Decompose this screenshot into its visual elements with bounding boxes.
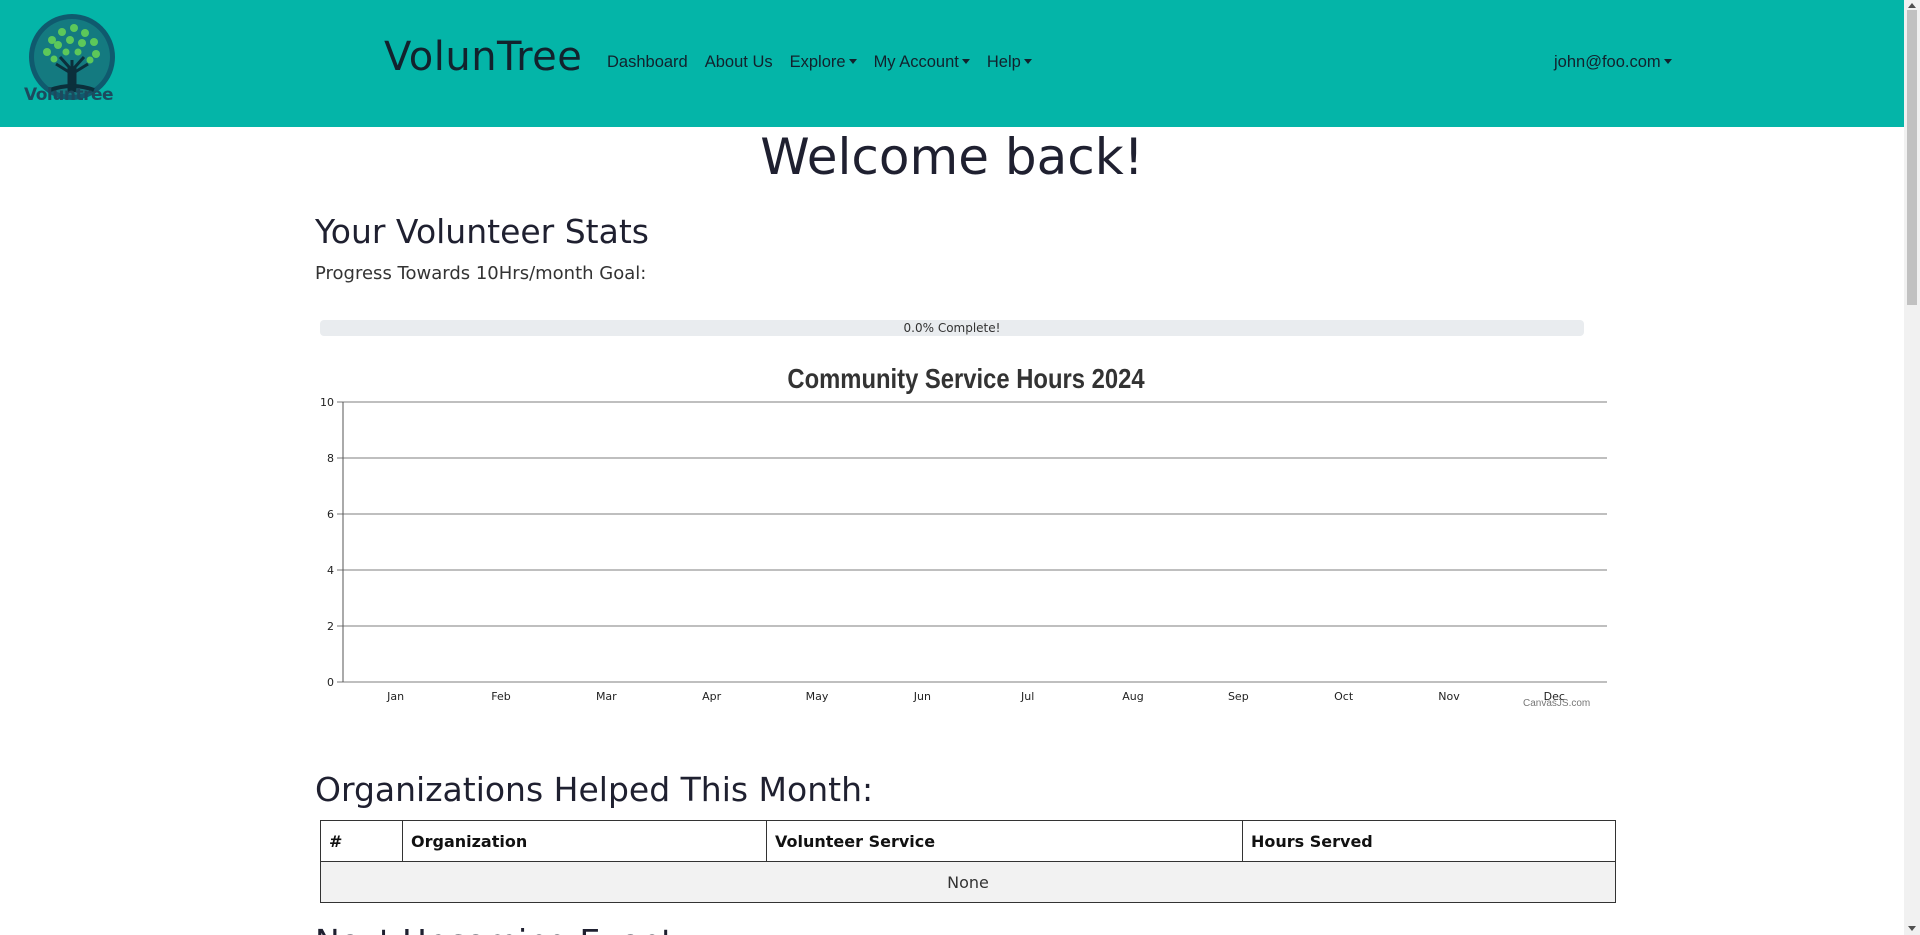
table-row: None — [320, 861, 1616, 903]
caret-down-icon — [1663, 59, 1672, 64]
nav-about-us[interactable]: About Us — [705, 53, 773, 72]
orgs-table: # Organization Volunteer Service Hours S… — [320, 820, 1616, 903]
x-tick-label: Nov — [1438, 690, 1460, 703]
caret-down-icon — [848, 59, 857, 64]
x-tick-label: Aug — [1122, 690, 1143, 703]
nav-explore-dropdown[interactable]: Explore — [790, 53, 857, 72]
col-volunteer-service: Volunteer Service — [766, 820, 1243, 862]
y-tick-label: 4 — [327, 564, 334, 577]
nav-explore-label: Explore — [789, 53, 846, 71]
nav-help-label: Help — [986, 53, 1021, 71]
y-tick-label: 8 — [327, 452, 334, 465]
vertical-scrollbar[interactable] — [1904, 0, 1920, 935]
scroll-up-icon[interactable] — [1908, 3, 1916, 8]
next-event-heading: Next Upcoming Event — [315, 922, 674, 935]
nav-dashboard-label: Dashboard — [607, 53, 688, 71]
scroll-down-icon[interactable] — [1908, 926, 1916, 931]
nav-dashboard[interactable]: Dashboard — [607, 53, 688, 72]
orgs-heading: Organizations Helped This Month: — [315, 770, 874, 809]
hours-chart: 0 2 4 6 8 10 Jan Feb Mar Apr May Jun Jul Aug Sep Oct Nov… — [320, 396, 1607, 703]
welcome-heading: Welcome back! — [760, 128, 1144, 186]
brand-title[interactable]: VolunTree — [384, 34, 582, 80]
x-tick-label: Jan — [386, 690, 404, 703]
nav-links: Dashboard About Us Explore My Account He… — [607, 53, 1032, 72]
progress-text: 0.0% Complete! — [903, 321, 1001, 335]
x-tick-label: May — [806, 690, 829, 703]
caret-down-icon — [961, 59, 970, 64]
x-tick-label: Jun — [913, 690, 931, 703]
col-organization: Organization — [402, 820, 767, 862]
x-tick-label: Sep — [1228, 690, 1249, 703]
x-tick-label: Apr — [702, 690, 722, 703]
caret-down-icon — [1023, 59, 1032, 64]
x-tick-label: Oct — [1334, 690, 1354, 703]
chart-credit[interactable]: CanvasJS.com — [1523, 698, 1590, 709]
y-tick-label: 2 — [327, 620, 334, 633]
table-header-row: # Organization Volunteer Service Hours S… — [320, 820, 1616, 862]
account-dropdown[interactable]: john@foo.com — [1554, 53, 1672, 72]
nav-help-dropdown[interactable]: Help — [987, 53, 1032, 72]
account-email: john@foo.com — [1554, 53, 1661, 71]
logo-text: Voluntree — [24, 85, 114, 105]
scroll-thumb[interactable] — [1907, 10, 1917, 305]
y-tick-label: 0 — [327, 676, 334, 689]
navbar: Voluntree VolunTree Dashboard About Us E… — [0, 0, 1904, 127]
empty-row-text: None — [320, 861, 1616, 903]
goal-progress-bar: 0.0% Complete! — [320, 320, 1584, 336]
stats-heading: Your Volunteer Stats — [315, 212, 649, 251]
x-tick-label: Feb — [491, 690, 510, 703]
y-tick-label: 6 — [327, 508, 334, 521]
x-tick-label: Jul — [1020, 690, 1034, 703]
nav-my-account-label: My Account — [873, 53, 959, 71]
nav-my-account-dropdown[interactable]: My Account — [874, 53, 970, 72]
col-hours-served: Hours Served — [1242, 820, 1616, 862]
col-number: # — [320, 820, 403, 862]
progress-label: Progress Towards 10Hrs/month Goal: — [315, 263, 647, 284]
nav-about-label: About Us — [704, 53, 773, 71]
y-tick-label: 10 — [320, 396, 334, 409]
x-tick-label: Mar — [596, 690, 617, 703]
